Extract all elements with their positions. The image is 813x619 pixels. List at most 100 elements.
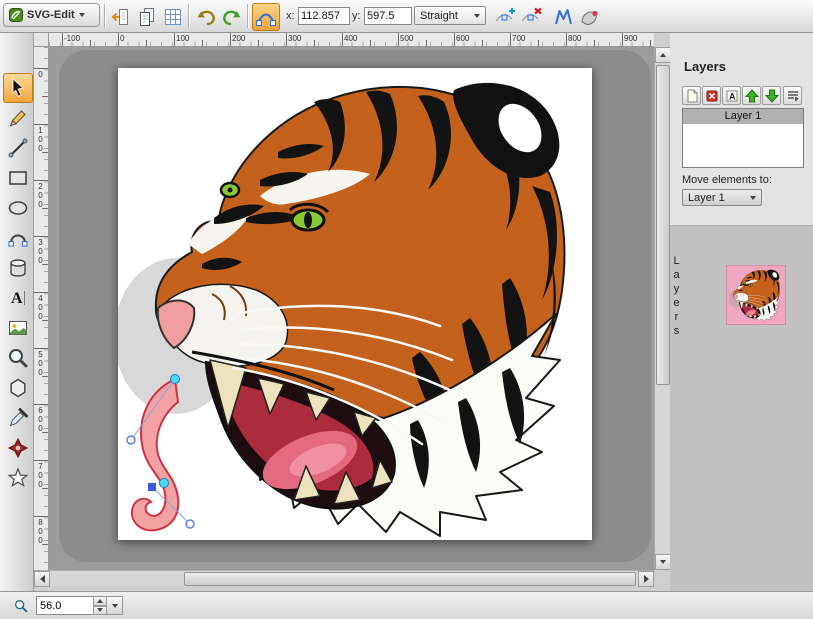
v-ruler-label: 800: [36, 518, 45, 545]
svg-text:A: A: [11, 290, 23, 307]
link-control-points-button[interactable]: [252, 3, 280, 31]
move-elements-select[interactable]: Layer 1: [682, 189, 762, 206]
v-ruler-label: 0: [36, 70, 45, 79]
h-ruler-label: 100: [176, 34, 189, 43]
h-ruler-midtick: [482, 40, 483, 47]
delete-layer-button[interactable]: [702, 86, 721, 105]
segment-type-select[interactable]: Straight: [414, 6, 486, 25]
red-ornament-icon: [6, 436, 30, 460]
v-ruler-label: 400: [36, 294, 45, 321]
main-menu-button[interactable]: SVG-Edit: [3, 3, 100, 27]
down-arrow-icon: [97, 608, 103, 612]
tool-pencil[interactable]: [3, 103, 33, 133]
redo-button[interactable]: [219, 4, 245, 30]
tool-mosaic[interactable]: [3, 433, 33, 463]
tool-image[interactable]: [3, 313, 33, 343]
y-coordinate-input[interactable]: [364, 7, 412, 25]
scroll-down-button[interactable]: [655, 554, 671, 570]
new-layer-icon: [684, 88, 700, 104]
svg-edit-app: SVG-Edit x: y: Straight: [0, 0, 813, 619]
h-ruler-label: 800: [568, 34, 581, 43]
tool-zoom[interactable]: [3, 343, 33, 373]
selected-path: [132, 379, 178, 530]
v-ruler-label: 700: [36, 462, 45, 489]
ruler-corner: [34, 33, 49, 47]
canvas-viewport[interactable]: [49, 47, 654, 570]
horizontal-scrollbar[interactable]: [34, 570, 654, 586]
path-icon: [6, 226, 30, 250]
tool-line[interactable]: [3, 133, 33, 163]
v-ruler-tick: [34, 460, 49, 461]
svg-canvas[interactable]: [118, 68, 592, 540]
tool-eyedropper[interactable]: [3, 403, 33, 433]
down-arrow-icon: [660, 560, 666, 564]
vertical-scroll-thumb[interactable]: [656, 65, 670, 385]
path-node[interactable]: [171, 375, 180, 384]
scroll-left-button[interactable]: [34, 571, 50, 587]
move-layer-down-button[interactable]: [762, 86, 781, 105]
tiger-artwork[interactable]: [118, 83, 564, 536]
path-control-handle[interactable]: [186, 520, 194, 528]
hexagon-icon: [6, 376, 30, 400]
path-node[interactable]: [160, 479, 169, 488]
chevron-down-icon: [750, 196, 756, 200]
delete-node-button[interactable]: [518, 4, 544, 30]
panel-collapse-label: Layers: [671, 255, 683, 339]
pencil-icon: [6, 106, 30, 130]
undo-button[interactable]: [193, 4, 219, 30]
add-node-button[interactable]: [492, 4, 518, 30]
delete-layer-icon: [704, 88, 720, 104]
open-path-button[interactable]: [550, 4, 576, 30]
h-ruler-tick: [622, 33, 623, 47]
layer-row-active[interactable]: Layer 1: [683, 109, 803, 124]
tool-shape-library[interactable]: [3, 253, 33, 283]
h-ruler-tick: [510, 33, 511, 47]
tool-rectangle[interactable]: [3, 163, 33, 193]
h-ruler-midtick: [650, 40, 651, 47]
v-ruler-tick: [34, 124, 49, 125]
x-coordinate-input[interactable]: [298, 7, 350, 25]
layer-thumbnail[interactable]: [726, 265, 786, 325]
v-ruler-tick: [34, 348, 49, 349]
merge-layer-button[interactable]: [783, 86, 802, 105]
h-ruler-midtick: [426, 40, 427, 47]
new-layer-button[interactable]: [682, 86, 701, 105]
scroll-up-button[interactable]: [655, 47, 671, 63]
x-coordinate-label: x:: [286, 0, 295, 32]
layer-list[interactable]: Layer 1: [682, 108, 804, 168]
image-library-icon: [110, 6, 132, 28]
drawing[interactable]: [118, 68, 592, 540]
zoom-increase-button[interactable]: [93, 596, 107, 606]
horizontal-scroll-thumb[interactable]: [184, 572, 636, 586]
vertical-scrollbar[interactable]: [654, 47, 670, 570]
up-arrow-icon: [97, 599, 103, 603]
main-toolbar: SVG-Edit x: y: Straight: [0, 0, 813, 33]
zoom-preset-dropdown[interactable]: [106, 596, 123, 615]
reorient-path-button[interactable]: [576, 4, 602, 30]
h-ruler-tick: [62, 33, 63, 47]
move-elements-value: Layer 1: [688, 192, 725, 204]
h-ruler-midtick: [370, 40, 371, 47]
wireframe-grid-button[interactable]: [160, 4, 186, 30]
tool-polygon[interactable]: [3, 373, 33, 403]
zoom-input[interactable]: [36, 596, 93, 615]
tool-text[interactable]: A: [3, 283, 33, 313]
image-library-button[interactable]: [108, 4, 134, 30]
path-node-square[interactable]: [148, 483, 156, 491]
zoom-decrease-button[interactable]: [93, 606, 107, 616]
tool-select[interactable]: [3, 73, 33, 103]
path-control-handle[interactable]: [127, 436, 135, 444]
panel-collapse-handle[interactable]: Layers: [670, 255, 683, 385]
scroll-right-button[interactable]: [638, 571, 654, 587]
tool-ellipse[interactable]: [3, 193, 33, 223]
v-ruler-tick: [34, 236, 49, 237]
line-icon: [6, 136, 30, 160]
document-properties-icon: [136, 6, 158, 28]
v-ruler-label: 100: [36, 126, 45, 153]
tool-star[interactable]: [3, 463, 33, 493]
move-layer-up-button[interactable]: [742, 86, 761, 105]
rename-layer-button[interactable]: A: [722, 86, 741, 105]
wireframe-grid-icon: [162, 6, 184, 28]
tool-path[interactable]: [3, 223, 33, 253]
document-properties-button[interactable]: [134, 4, 160, 30]
